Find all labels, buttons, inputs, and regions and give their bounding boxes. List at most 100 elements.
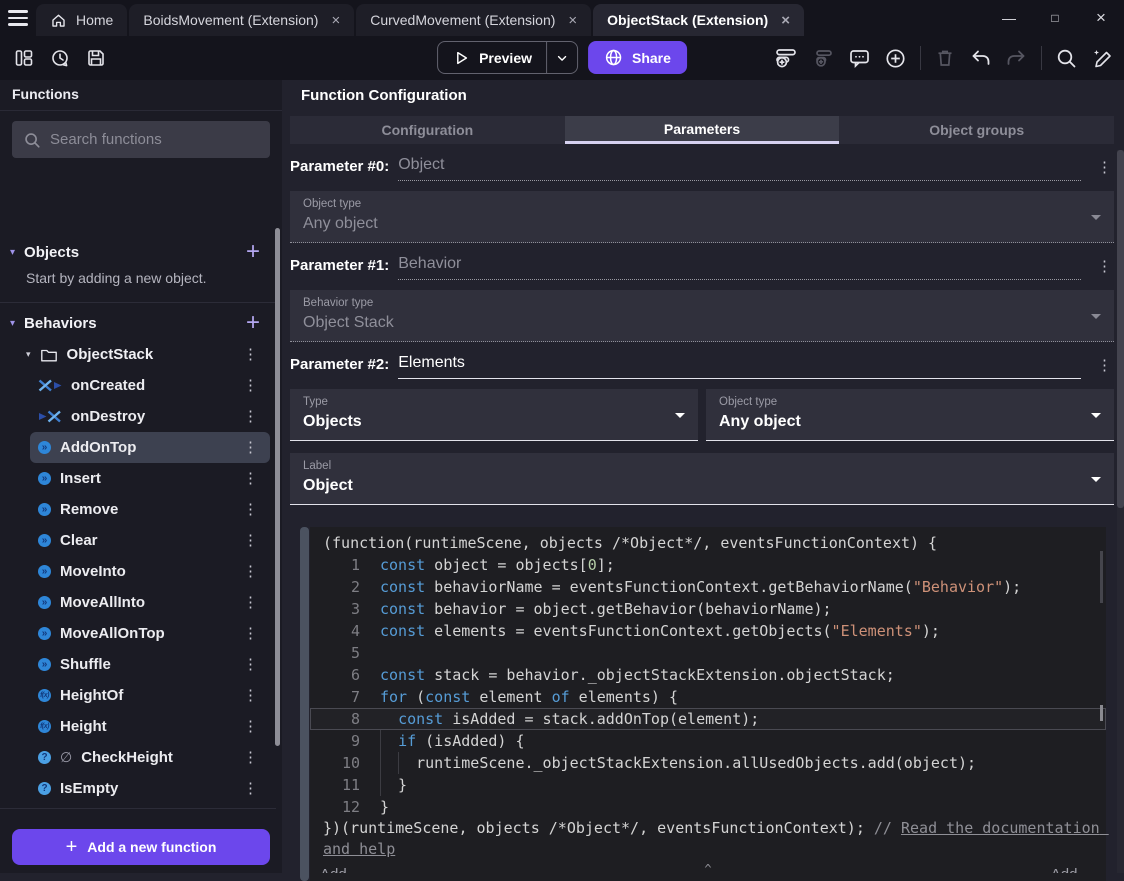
item-menu-button[interactable]: ⋮ — [241, 719, 260, 734]
tab-close-icon[interactable]: × — [331, 12, 340, 29]
add-event-icon[interactable] — [774, 46, 798, 70]
window-tab-curvedmovement-extension-[interactable]: CurvedMovement (Extension)× — [356, 4, 591, 36]
item-menu-button[interactable]: ⋮ — [241, 409, 260, 424]
section-objects[interactable]: ▾ Objects + — [0, 236, 276, 268]
close-window-button[interactable]: × — [1078, 0, 1124, 36]
toolbar-right-group — [774, 36, 1114, 80]
item-label: onCreated — [71, 377, 232, 394]
main-scrollbar-thumb[interactable] — [1117, 150, 1124, 508]
main-scrollbar[interactable] — [1117, 150, 1124, 873]
editor-scrollbar[interactable] — [1100, 551, 1103, 603]
parameter-menu-button[interactable]: ⋮ — [1095, 259, 1114, 274]
undo-icon[interactable] — [969, 47, 992, 70]
parameter-field-row: Behavior typeObject Stack — [290, 290, 1114, 342]
behavior-function-item-height[interactable]: f(x)Height⋮ — [0, 711, 276, 742]
search-icon[interactable] — [1055, 47, 1078, 70]
parameter-menu-button[interactable]: ⋮ — [1095, 160, 1114, 175]
behavior-function-item-insert[interactable]: »Insert⋮ — [0, 463, 276, 494]
item-label: HeightOf — [60, 687, 232, 704]
behavior-function-item-shuffle[interactable]: »Shuffle⋮ — [0, 649, 276, 680]
behavior-function-item-remove[interactable]: »Remove⋮ — [0, 494, 276, 525]
expression-gear-icon: f(x) — [38, 720, 51, 733]
window-tab-objectstack-extension-[interactable]: ObjectStack (Extension)× — [593, 4, 804, 36]
add-new-function-button[interactable]: + Add a new function — [12, 829, 270, 865]
indent-guide — [380, 774, 381, 796]
choose-event-icon[interactable] — [884, 47, 907, 70]
action-gear-icon: » — [38, 565, 51, 578]
search-field[interactable] — [12, 121, 270, 158]
behavior-folder-objectstack[interactable]: ▾ ObjectStack ⋮ — [0, 339, 276, 370]
sidebar-scrollbar[interactable] — [275, 228, 280, 746]
search-input[interactable] — [50, 131, 259, 148]
maximize-button[interactable]: □ — [1032, 0, 1078, 36]
item-menu-button[interactable]: ⋮ — [241, 533, 260, 548]
item-menu-button[interactable]: ⋮ — [241, 595, 260, 610]
code-line: 5 — [310, 642, 1106, 664]
code-line: 1const object = objects[0]; — [310, 554, 1106, 576]
code-event-drag-bar[interactable] — [300, 527, 309, 881]
action-gear-icon: » — [38, 534, 51, 547]
behavior-function-item-isempty[interactable]: ?IsEmpty⋮ — [0, 773, 276, 804]
select-object-type: Object typeAny object — [290, 191, 1114, 243]
add-comment-icon[interactable] — [848, 47, 871, 70]
item-menu-button[interactable]: ⋮ — [241, 626, 260, 641]
behavior-function-item-oncreated[interactable]: onCreated ⋮ — [0, 370, 276, 401]
window-tab-boidsmovement-extension-[interactable]: BoidsMovement (Extension)× — [129, 4, 354, 36]
code-line: 8 const isAdded = stack.addOnTop(element… — [310, 708, 1106, 730]
tab-configuration[interactable]: Configuration — [290, 116, 565, 144]
item-label: Clear — [60, 532, 232, 549]
minimize-button[interactable]: — — [986, 0, 1032, 36]
item-menu-button[interactable]: ⋮ — [241, 347, 260, 362]
history-icon[interactable] — [50, 48, 70, 68]
item-menu-button[interactable]: ⋮ — [241, 657, 260, 672]
tab-parameters[interactable]: Parameters — [565, 116, 840, 144]
tab-object-groups[interactable]: Object groups — [839, 116, 1114, 144]
parameter-menu-button[interactable]: ⋮ — [1095, 358, 1114, 373]
field-label: Type — [303, 396, 668, 408]
behavior-function-item-checkheight[interactable]: ?∅CheckHeight⋮ — [0, 742, 276, 773]
select-object-type[interactable]: Object typeAny object — [706, 389, 1114, 441]
save-icon[interactable] — [86, 48, 106, 68]
section-functions[interactable]: ▾ Functions + — [0, 813, 276, 819]
behavior-function-item-moveallinto[interactable]: »MoveAllInto⋮ — [0, 587, 276, 618]
tab-close-icon[interactable]: × — [568, 12, 577, 29]
item-menu-button[interactable]: ⋮ — [241, 688, 260, 703]
item-menu-button[interactable]: ⋮ — [241, 781, 260, 796]
private-icon: ∅ — [60, 749, 72, 766]
plus-icon: + — [66, 836, 78, 859]
code-line: 4const elements = eventsFunctionContext.… — [310, 620, 1106, 642]
dropdown-arrow-icon — [1091, 477, 1101, 487]
item-menu-button[interactable]: ⋮ — [241, 750, 260, 765]
parameter-name-input[interactable]: Elements — [398, 354, 1081, 379]
add-object-button[interactable]: + — [246, 242, 260, 262]
field-label: Behavior type — [303, 297, 1084, 309]
preview-button-main[interactable]: Preview — [438, 49, 546, 67]
share-button[interactable]: Share — [588, 41, 687, 74]
preview-dropdown-button[interactable] — [547, 51, 577, 65]
parameter-header: Parameter #0:Object⋮ — [290, 156, 1114, 181]
section-behaviors[interactable]: ▾ Behaviors + — [0, 307, 276, 339]
parameter-title: Parameter #0: — [290, 158, 389, 175]
menu-icon[interactable] — [0, 0, 36, 36]
add-behavior-button[interactable]: + — [246, 313, 260, 333]
edit-sparkle-icon[interactable] — [1091, 47, 1114, 70]
item-menu-button[interactable]: ⋮ — [241, 471, 260, 486]
behavior-function-item-addontop[interactable]: »AddOnTop⋮ — [30, 432, 270, 463]
behavior-function-item-moveinto[interactable]: »MoveInto⋮ — [0, 556, 276, 587]
window-tab-home[interactable]: Home — [36, 4, 127, 36]
select-type[interactable]: TypeObjects — [290, 389, 698, 441]
behavior-function-item-clear[interactable]: » Clear ⋮ — [0, 525, 276, 556]
select-label[interactable]: LabelObject — [290, 453, 1114, 505]
line-number: 8 — [310, 708, 380, 730]
tab-close-icon[interactable]: × — [781, 12, 790, 29]
item-label: onDestroy — [71, 408, 232, 425]
item-menu-button[interactable]: ⋮ — [241, 440, 260, 455]
code-editor[interactable]: (function(runtimeScene, objects /*Object… — [310, 527, 1106, 881]
panels-layout-icon[interactable] — [14, 48, 34, 68]
behavior-function-item-heightof[interactable]: f(x)HeightOf⋮ — [0, 680, 276, 711]
item-menu-button[interactable]: ⋮ — [241, 502, 260, 517]
behavior-function-item-moveallontop[interactable]: »MoveAllOnTop⋮ — [0, 618, 276, 649]
item-menu-button[interactable]: ⋮ — [241, 564, 260, 579]
item-menu-button[interactable]: ⋮ — [241, 378, 260, 393]
behavior-function-item-ondestroy[interactable]: onDestroy ⋮ — [0, 401, 276, 432]
